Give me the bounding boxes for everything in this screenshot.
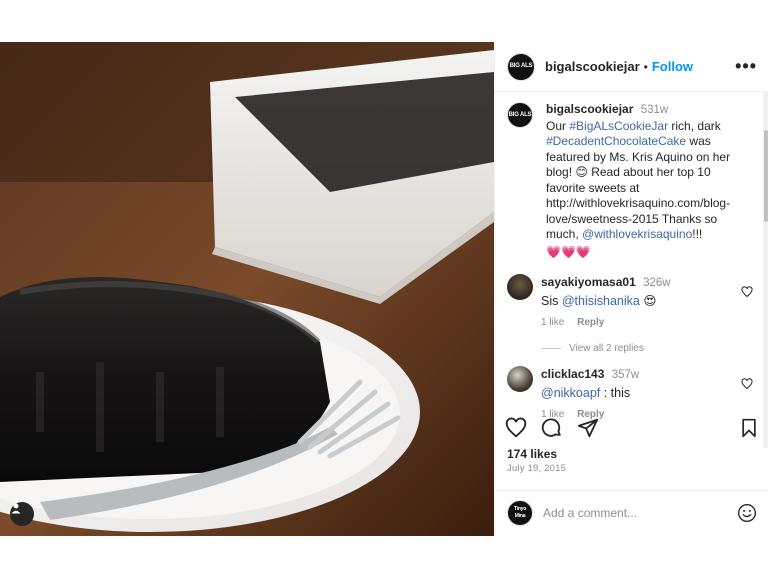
- caption-avatar-text: BIG ALS: [508, 111, 532, 118]
- more-options-icon[interactable]: •••: [735, 56, 757, 77]
- caption-text-4: !!!: [692, 227, 703, 241]
- header-separator: •: [643, 59, 648, 74]
- caption-hearts: 💗💗💗: [546, 244, 591, 259]
- post-container: BIG ALS bigalscookiejar • Follow ••• BIG…: [0, 42, 768, 536]
- cake-photo-illustration: [0, 42, 494, 536]
- mention-nikkoapf[interactable]: @nikkoapf: [541, 386, 600, 400]
- user-tag-icon[interactable]: [10, 502, 34, 526]
- add-comment-input[interactable]: Add a comment...: [543, 506, 737, 520]
- comment-avatar[interactable]: [507, 274, 533, 300]
- comments-list[interactable]: BIG ALS bigalscookiejar 531w Our #BigALs…: [495, 92, 763, 448]
- comments-scrollbar[interactable]: [763, 92, 768, 448]
- add-comment-bar: Tinyo Mina Add a comment...: [495, 490, 768, 534]
- mention-thisishanika[interactable]: @thisishanika: [562, 294, 640, 308]
- avatar-logo-text: BIG ALS: [509, 63, 533, 69]
- action-bar: [505, 414, 759, 442]
- caption-username[interactable]: bigalscookiejar: [546, 102, 633, 116]
- caption-time: 531w: [640, 104, 669, 116]
- view-replies-button[interactable]: View all 2 replies: [495, 343, 763, 354]
- comment-suffix: 😍: [639, 294, 657, 308]
- comment-avatar[interactable]: [507, 366, 533, 392]
- reply-button[interactable]: Reply: [577, 317, 604, 328]
- share-icon[interactable]: [577, 417, 599, 439]
- bookmark-icon[interactable]: [739, 418, 759, 438]
- caption: BIG ALS bigalscookiejar 531w Our #BigALs…: [495, 92, 763, 260]
- post-date: July 19, 2015: [507, 463, 567, 474]
- caption-text-1: Our: [546, 118, 570, 133]
- scrollbar-thumb[interactable]: [764, 130, 768, 222]
- person-icon: [11, 503, 21, 514]
- comment-body: sayakiyomasa01 326w Sis @thisishanika 😍 …: [541, 274, 671, 331]
- profile-avatar[interactable]: BIG ALS: [507, 52, 535, 81]
- comment-username[interactable]: sayakiyomasa01: [541, 275, 636, 289]
- comment-prefix: Sis: [541, 294, 562, 308]
- hashtag-decadentchocolatecake[interactable]: #DecadentChocolateCake: [546, 134, 686, 148]
- comment-likes[interactable]: 1 like: [541, 317, 564, 328]
- replies-divider: [541, 348, 561, 349]
- likes-count[interactable]: 174 likes: [507, 447, 557, 461]
- caption-body: bigalscookiejar 531w Our #BigALsCookieJa…: [546, 102, 751, 260]
- comment-icon[interactable]: [541, 417, 563, 439]
- comment-meta: 1 like Reply: [541, 315, 671, 331]
- post-photo[interactable]: [0, 42, 494, 536]
- follow-button[interactable]: Follow: [652, 59, 693, 74]
- comment-item: sayakiyomasa01 326w Sis @thisishanika 😍 …: [495, 274, 763, 331]
- comment-username[interactable]: clicklac143: [541, 367, 604, 381]
- caption-text-2: rich, dark: [668, 118, 721, 133]
- caption-text-3: was featured by Ms. Kris Aquino on her b…: [546, 134, 731, 241]
- view-replies-label[interactable]: View all 2 replies: [569, 343, 644, 354]
- mention-withlovekrisaquino[interactable]: @withlovekrisaquino: [582, 227, 692, 241]
- post-header: BIG ALS bigalscookiejar • Follow •••: [495, 42, 768, 92]
- hashtag-bigalscookiejar[interactable]: #BigALsCookieJar: [569, 119, 668, 133]
- current-user-avatar-text: Tinyo Mina: [513, 505, 527, 519]
- emoji-icon[interactable]: [737, 503, 757, 523]
- header-username[interactable]: bigalscookiejar: [545, 59, 640, 74]
- heart-icon[interactable]: [741, 378, 753, 390]
- post-details-panel: BIG ALS bigalscookiejar • Follow ••• BIG…: [494, 42, 768, 536]
- comment-suffix: : this: [600, 386, 631, 400]
- current-user-avatar: Tinyo Mina: [507, 499, 533, 526]
- comment-time: 357w: [611, 369, 640, 381]
- heart-icon[interactable]: [741, 286, 753, 298]
- caption-avatar[interactable]: BIG ALS: [507, 102, 533, 128]
- heart-icon[interactable]: [505, 417, 527, 439]
- comment-time: 326w: [643, 277, 671, 289]
